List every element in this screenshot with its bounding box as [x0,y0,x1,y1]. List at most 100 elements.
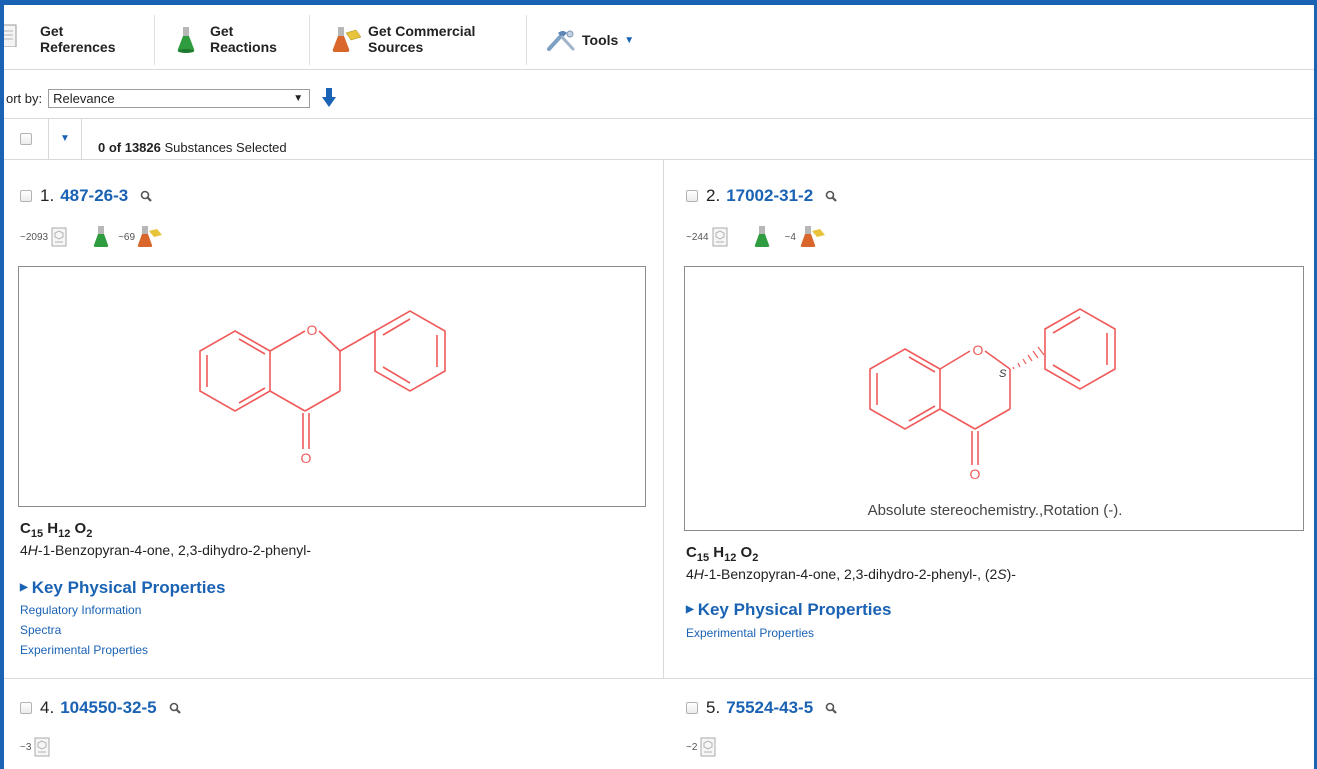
result-index: 5. [706,698,721,717]
name-rest: -1-Benzopyran-4-one, 2,3-dihydro-2-pheny… [37,542,312,558]
sort-down-arrow-icon[interactable] [322,88,337,108]
selection-bar: ▼ 0 of 13826 Substances Selected [4,118,1314,160]
label-line-1: Get [40,23,64,39]
name-h: H [693,566,704,582]
oxygen-atom-label: O [307,322,318,338]
magnifier-icon[interactable] [169,702,182,715]
magnifier-icon[interactable] [825,190,838,203]
selected-count-value: 0 of 13826 [98,140,161,155]
substance-name: 4H-1-Benzopyran-4-one, 2,3-dihydro-2-phe… [686,566,1016,582]
name-rest: -1-Benzopyran-4-one, 2,3-dihydro-2-pheny… [703,566,998,582]
key-physical-properties-link[interactable]: ▶ Key Physical Properties [686,600,891,620]
key-props-label: Key Physical Properties [31,578,226,597]
label-line-1: Get [210,23,234,39]
structure-drawing: O O S [869,308,1116,482]
sort-select[interactable]: Relevance ▼ [48,88,311,108]
name-prefix: 4 [20,542,28,558]
label-line-2: References [40,39,116,55]
key-props-label: Key Physical Properties [697,600,892,619]
substance-checkbox[interactable] [20,702,32,714]
name-end: )- [1006,566,1016,582]
cas-number-link[interactable]: 17002-31-2 [726,186,813,206]
orange-flask-icon[interactable] [137,226,163,248]
stats-row: ~3 [20,736,51,758]
orange-flask-icon [332,27,362,52]
ketone-oxygen-label: O [970,466,981,482]
orange-flask-icon[interactable] [800,226,826,248]
label-line-2: Reactions [210,39,277,55]
select-all-checkbox[interactable] [20,133,32,145]
name-prefix: 4 [686,566,694,582]
sort-label: ort by: [6,90,43,106]
formula-h: H [713,544,725,561]
experimental-properties-link[interactable]: Experimental Properties [20,643,148,657]
stereo-caption: Absolute stereochemistry.,Rotation (-). [867,502,1123,519]
structure-diagram[interactable]: O O [18,266,646,507]
regulatory-information-link[interactable]: Regulatory Information [20,603,141,617]
card-title: 2. 17002-31-2 [686,182,838,210]
toolbar-divider [309,15,310,65]
molecular-formula: C15 H12 O2 [686,544,758,564]
formula-o: O [740,544,753,561]
document-icon[interactable] [699,737,717,757]
get-references-label: Get References [40,23,116,55]
get-commercial-label: Get Commercial Sources [368,23,475,55]
card-title: 4. 104550-32-5 [20,694,182,722]
document-icon[interactable] [50,227,68,247]
substance-checkbox[interactable] [686,190,698,202]
substance-checkbox[interactable] [686,702,698,714]
substance-card: 4. 104550-32-5 ~3 [20,694,650,764]
substance-card: 2. 17002-31-2 ~244 ~4 O O S Absolute ste… [684,182,1306,672]
get-references-button[interactable]: Get References [4,19,116,65]
formula-c-count: 15 [30,528,44,540]
reference-count: ~3 [20,741,32,753]
cas-number-link[interactable]: 75524-43-5 [726,698,813,718]
cas-number-link[interactable]: 104550-32-5 [60,698,156,718]
molecular-formula: C15 H12 O2 [20,520,92,540]
structure-diagram[interactable]: O O S [684,266,1304,531]
document-icon [4,24,17,47]
spectra-link[interactable]: Spectra [20,623,61,637]
commercial-source-count: ~69 [118,231,136,243]
get-commercial-sources-button[interactable]: Get Commercial Sources [332,19,475,65]
green-flask-icon[interactable] [753,226,771,248]
expand-triangle-icon: ▶ [686,604,694,615]
result-index: 4. [40,698,55,717]
formula-c-count: 15 [696,552,710,564]
substance-checkbox[interactable] [20,190,32,202]
cas-number-link[interactable]: 487-26-3 [60,186,128,206]
toolbar-divider [526,15,527,65]
document-icon[interactable] [33,737,51,757]
sort-selected-value: Relevance [53,90,115,106]
formula-h-count: 12 [58,528,71,540]
green-flask-icon[interactable] [92,226,110,248]
get-reactions-button[interactable]: Get Reactions [176,19,277,65]
tools-menu-button[interactable]: Tools ▼ [546,29,634,51]
result-index: 2. [706,186,721,205]
tools-label: Tools [582,32,619,48]
expand-triangle-icon: ▶ [20,582,28,593]
reference-count: ~2093 [20,231,49,243]
stereo-label: S [999,368,1007,380]
selection-count: 0 of 13826 Substances Selected [98,140,287,155]
magnifier-icon[interactable] [140,190,153,203]
selected-count-suffix: Substances Selected [164,140,287,155]
oxygen-atom-label: O [973,342,984,358]
name-s: S [997,566,1007,582]
row-divider [4,678,1314,679]
sort-row: ort by: Relevance ▼ [4,86,337,110]
experimental-properties-link[interactable]: Experimental Properties [686,626,814,640]
column-divider [663,160,664,678]
result-index: 1. [40,186,55,205]
stats-row: ~2093 ~69 [20,226,163,248]
green-flask-icon [177,27,195,53]
key-physical-properties-link[interactable]: ▶ Key Physical Properties [20,578,225,598]
document-icon[interactable] [711,227,729,247]
magnifier-icon[interactable] [825,702,838,715]
reference-count: ~244 [686,231,709,243]
formula-h: H [47,520,59,537]
label-line-1: Get Commercial [368,23,476,39]
chevron-down-icon: ▼ [293,92,304,104]
selection-dropdown[interactable]: ▼ [48,119,82,159]
get-reactions-label: Get Reactions [210,23,277,55]
